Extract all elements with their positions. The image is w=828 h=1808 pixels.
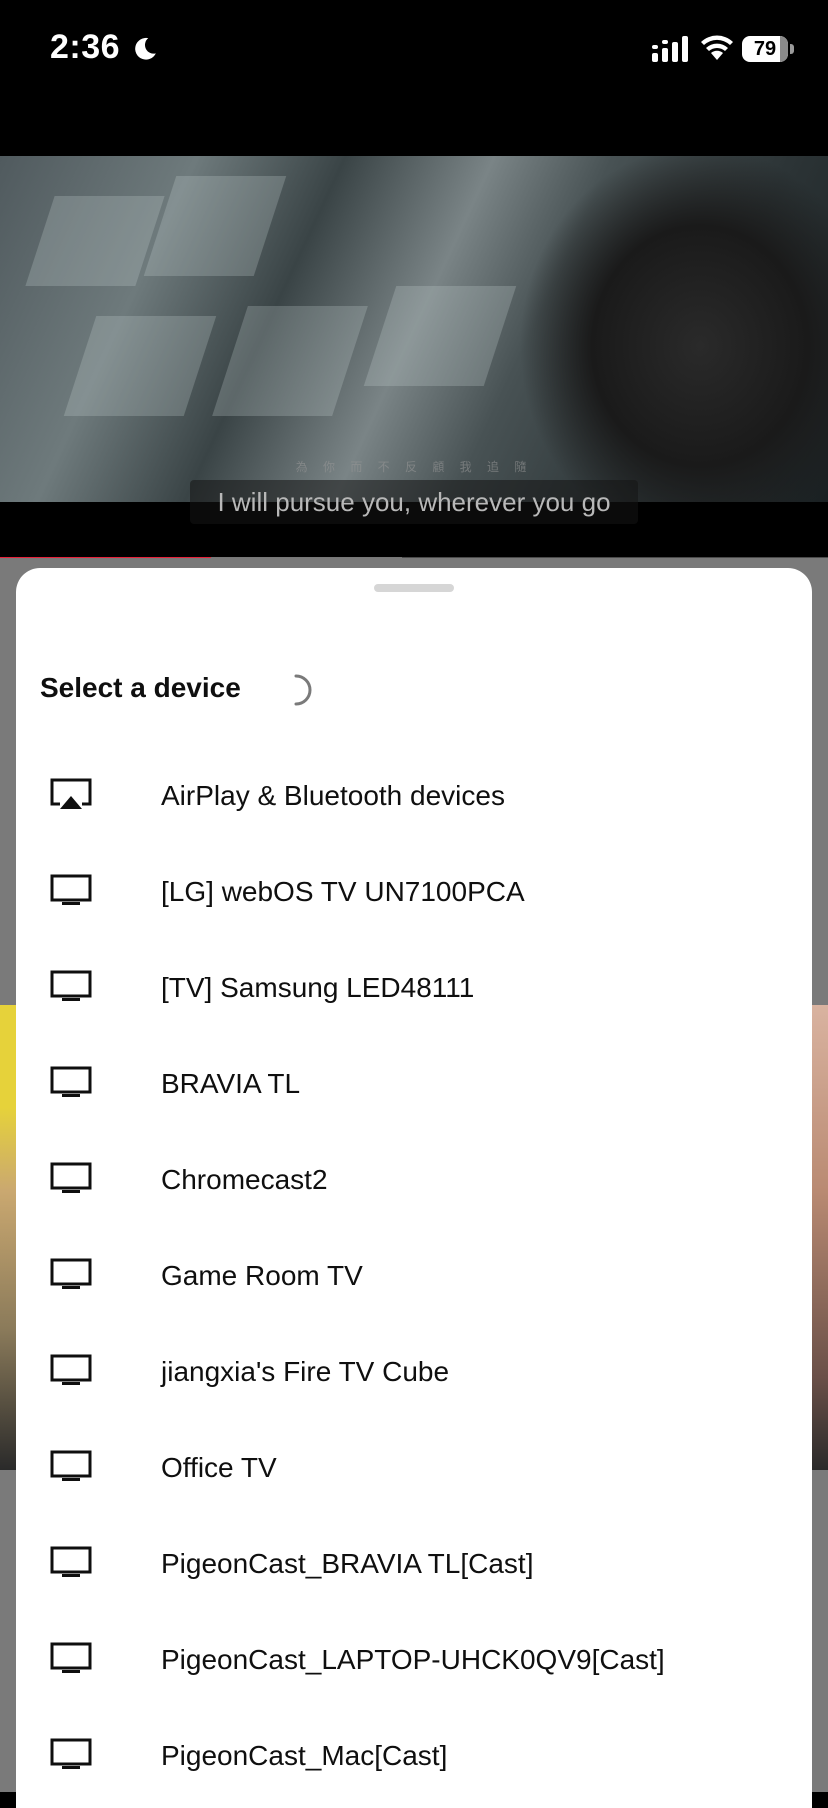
tv-icon [50,1354,92,1388]
device-label: jiangxia's Fire TV Cube [161,1356,450,1387]
status-time: 2:36 [50,28,121,66]
device-label: PigeonCast_BRAVIA TL[Cast] [161,1548,534,1579]
device-item[interactable]: BRAVIA TL [16,1036,812,1132]
device-label: [TV] Samsung LED48111 [161,972,475,1003]
device-label: AirPlay & Bluetooth devices [161,780,505,811]
device-picker-sheet: Select a device AirPlay & Bluetooth devi… [16,568,812,1808]
device-label: BRAVIA TL [161,1068,301,1099]
battery-level: 79 [753,37,777,60]
device-item[interactable]: PigeonCast_BRAVIA TL[Cast] [16,1516,812,1612]
tv-icon [50,970,92,1004]
tv-icon [50,1066,92,1100]
drag-handle[interactable] [374,584,454,592]
device-item[interactable]: [TV] Samsung LED48111 [16,940,812,1036]
device-label: PigeonCast_Mac[Cast] [161,1740,448,1771]
signal-icon [652,36,688,62]
feed-thumbnail-right [810,1005,828,1470]
device-item[interactable]: [LG] webOS TV UN7100PCA [16,844,812,940]
status-bar: 2:36 79 [0,0,828,100]
tv-icon [50,1162,92,1196]
tv-icon [50,1546,92,1580]
tv-icon [50,1450,92,1484]
device-label: Office TV [161,1452,277,1483]
battery-icon: 79 [742,36,794,62]
tv-icon [50,1738,92,1772]
subtitle-caption: I will pursue you, wherever you go [190,480,638,524]
device-item[interactable]: Game Room TV [16,1228,812,1324]
device-item[interactable]: Chromecast2 [16,1132,812,1228]
feed-thumbnail-left [0,1005,16,1470]
video-player[interactable]: 為 你 而 不 反 顧 我 追 隨 I will pursue you, whe… [0,100,828,558]
tv-icon [50,1258,92,1292]
sheet-title: Select a device [40,672,241,703]
device-label: Chromecast2 [161,1164,328,1195]
tv-icon [50,1642,92,1676]
subtitle-secondary: 為 你 而 不 反 顧 我 追 隨 [295,460,533,474]
device-item[interactable]: PigeonCast_LAPTOP-UHCK0QV9[Cast] [16,1612,812,1708]
device-label: Game Room TV [161,1260,363,1291]
wifi-icon [701,35,733,60]
loading-spinner-icon [294,674,312,706]
device-item[interactable]: PigeonCast_Mac[Cast] [16,1708,812,1804]
tv-icon [50,874,92,908]
device-list: AirPlay & Bluetooth devices [LG] webOS TV… [16,748,812,1804]
device-label: [LG] webOS TV UN7100PCA [161,876,525,907]
device-label: PigeonCast_LAPTOP-UHCK0QV9[Cast] [161,1644,665,1675]
moon-icon [135,37,156,60]
device-item[interactable]: AirPlay & Bluetooth devices [16,748,812,844]
airplay-icon [50,778,92,812]
device-item[interactable]: Office TV [16,1420,812,1516]
video-frame[interactable] [0,156,828,502]
device-item[interactable]: jiangxia's Fire TV Cube [16,1324,812,1420]
